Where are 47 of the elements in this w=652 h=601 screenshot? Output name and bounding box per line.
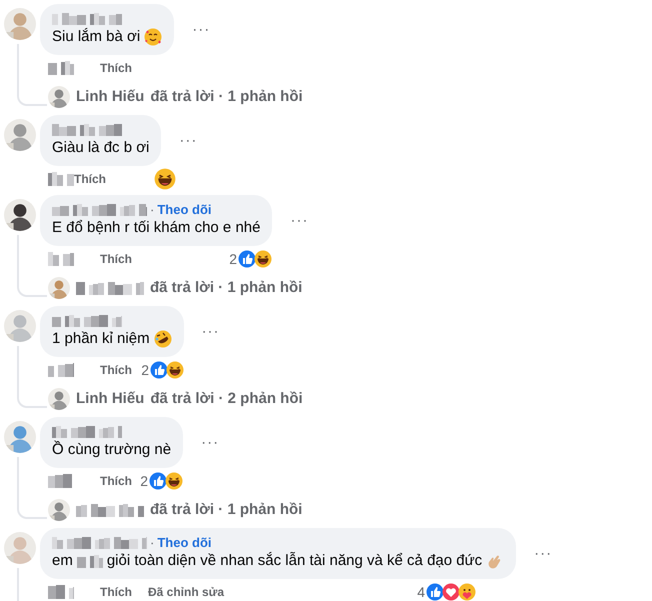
like-button[interactable]: Thích	[100, 59, 132, 77]
blurred-name	[52, 315, 122, 327]
more-options-button[interactable]: ···	[195, 434, 226, 450]
comment-text: giỏi toàn diện về nhan sắc lẫn tài năng và kể cả đạo đức	[106, 551, 482, 571]
reaction-count: 2	[140, 472, 148, 490]
follow-link[interactable]: Theo dõi	[157, 200, 212, 220]
comment-text: Ồ cùng trường nè	[52, 440, 172, 460]
blurred-name	[52, 124, 122, 136]
blurred-time	[48, 252, 74, 266]
blurred-time	[48, 172, 74, 186]
blurred-time	[48, 363, 74, 377]
replier-name[interactable]: Linh Hiếu	[76, 86, 144, 108]
like-button[interactable]: Thích	[100, 361, 132, 379]
comment-text: E đổ bệnh r tối khám cho e nhé	[52, 218, 260, 238]
more-options-button[interactable]: ···	[528, 546, 558, 562]
replies-link[interactable]: đã trả lời · 1 phản hồi	[150, 276, 302, 300]
replies-link[interactable]: đã trả lời · 1 phản hồi	[150, 86, 303, 108]
more-options-button[interactable]: ···	[186, 22, 216, 38]
replier-name[interactable]: Linh Hiếu	[76, 388, 144, 410]
blurred-word	[76, 554, 103, 568]
blurred-time	[48, 474, 74, 488]
more-options-button[interactable]: ···	[173, 132, 204, 148]
like-button[interactable]: Thích	[100, 472, 132, 490]
blurred-name	[52, 426, 122, 438]
comment-text: Siu lắm bà ơi	[52, 27, 140, 47]
like-button[interactable]: Thích	[100, 583, 132, 601]
blurred-time	[48, 61, 74, 75]
like-button[interactable]: Thích	[74, 170, 106, 188]
comment-text: 1 phần kỉ niệm	[52, 329, 150, 349]
blurred-name	[76, 504, 144, 516]
blurred-time	[48, 585, 74, 599]
edited-label: Đã chỉnh sửa	[148, 584, 224, 601]
separator-dot: ·	[150, 201, 154, 220]
comment-text: Giàu là đc b ơi	[52, 138, 150, 158]
reaction-count: 2	[141, 360, 149, 380]
separator-dot: ·	[150, 534, 154, 552]
like-button[interactable]: Thích	[100, 250, 132, 268]
more-options-button[interactable]: ···	[196, 324, 226, 340]
reaction-count: 4	[417, 582, 425, 601]
comment-text: em	[52, 551, 73, 571]
blurred-name	[76, 282, 144, 294]
more-options-button[interactable]: ···	[284, 212, 314, 228]
replies-link[interactable]: đã trả lời · 1 phản hồi	[150, 498, 302, 522]
follow-link[interactable]: Theo dõi	[157, 533, 212, 553]
replies-link[interactable]: đã trả lời · 2 phản hồi	[150, 388, 303, 410]
blurred-name	[52, 13, 122, 25]
reaction-count: 2	[229, 250, 237, 268]
